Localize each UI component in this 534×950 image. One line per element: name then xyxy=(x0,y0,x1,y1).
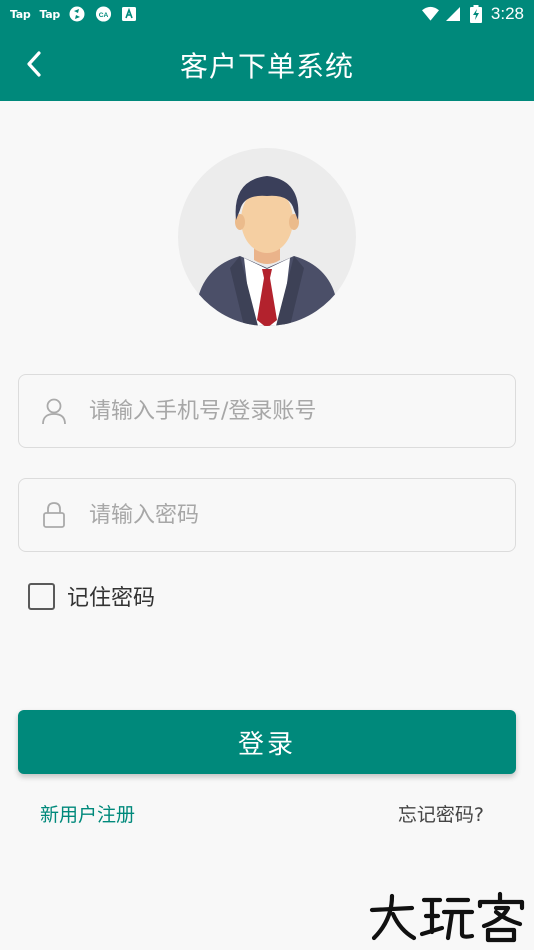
remember-password-toggle[interactable]: 记住密码 xyxy=(28,580,155,612)
signal-icon xyxy=(445,6,462,23)
login-button[interactable]: 登录 xyxy=(18,710,516,774)
refresh-app-icon xyxy=(69,6,86,23)
watermark-logo xyxy=(368,890,528,948)
password-input[interactable] xyxy=(89,479,515,551)
remember-password-label: 记住密码 xyxy=(67,586,156,611)
back-arrow-icon xyxy=(27,51,41,77)
account-field[interactable] xyxy=(18,374,516,448)
account-input[interactable] xyxy=(89,375,515,447)
battery-charging-icon xyxy=(468,5,485,23)
remember-password-checkbox[interactable] xyxy=(28,582,55,610)
cloud-app-icon: CA xyxy=(95,6,112,23)
user-icon xyxy=(19,397,89,425)
status-time: 3:28 xyxy=(490,4,524,23)
svg-text:CA: CA xyxy=(99,12,109,19)
lock-icon xyxy=(19,501,89,529)
register-link[interactable]: 新用户注册 xyxy=(40,800,135,827)
wifi-icon xyxy=(421,6,439,23)
password-field[interactable] xyxy=(18,478,516,552)
font-app-icon xyxy=(121,6,138,23)
forgot-password-link[interactable]: 忘记密码? xyxy=(398,800,484,827)
user-avatar-icon xyxy=(178,148,356,326)
status-bar-left: Tap Tap CA xyxy=(10,6,138,23)
page-title: 客户下单系统 xyxy=(179,49,354,83)
app-bar: 客户下单系统 xyxy=(0,28,534,101)
status-label-tap-1: Tap xyxy=(10,7,31,21)
back-button[interactable] xyxy=(14,44,54,84)
status-bar: Tap Tap CA 3:28 xyxy=(0,0,534,28)
status-label-tap-2: Tap xyxy=(39,7,60,21)
status-bar-right: 3:28 xyxy=(421,4,524,24)
